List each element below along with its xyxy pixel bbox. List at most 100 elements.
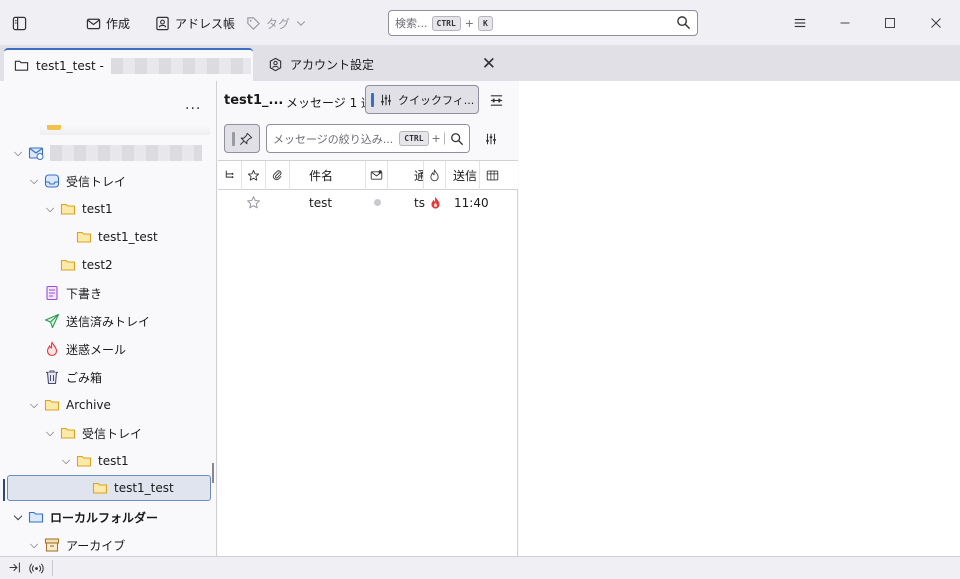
message-row[interactable]: test ts 11:40 [218, 191, 518, 215]
folder-row-test2[interactable]: test2 [0, 252, 216, 278]
close-icon [931, 18, 941, 28]
folder-row-trash[interactable]: ごみ箱 [0, 364, 216, 390]
folder-icon [14, 60, 29, 71]
star-icon[interactable] [246, 195, 261, 213]
message-subject: test [309, 196, 333, 210]
read-status-dot-icon[interactable] [374, 199, 381, 206]
folder-icon [76, 229, 92, 245]
online-status-button[interactable] [29, 561, 44, 579]
tag-button[interactable]: タグ [246, 12, 307, 34]
status-divider [52, 560, 53, 576]
folder-row-archive[interactable]: ⌵ Archive [0, 392, 216, 418]
message-preview-pane [519, 81, 960, 556]
folder-label: ローカルフォルダー [50, 510, 159, 525]
addressbook-button[interactable]: アドレス帳 [155, 12, 235, 34]
folder-label: test1_test [114, 481, 174, 495]
kbd-ctrl: CTRL [431, 15, 461, 31]
quick-filter-label: クイックフィ... [398, 93, 475, 107]
column-thread[interactable] [218, 161, 242, 190]
folder-pane-more-button[interactable]: ... [185, 97, 201, 113]
folder-icon [92, 480, 108, 496]
folder-row-archive-inbox[interactable]: ⌵ 受信トレイ [0, 420, 216, 446]
quick-filter-button[interactable]: クイックフィ... [365, 85, 479, 114]
folder-title: test1_... [224, 93, 284, 108]
folder-row-sent[interactable]: 送信済みトレイ [0, 308, 216, 334]
folder-row-inbox[interactable]: ⌵ 受信トレイ [0, 168, 216, 194]
maximize-button[interactable] [879, 12, 901, 34]
trash-icon [44, 369, 60, 385]
folder-pane-scrollbar[interactable] [212, 463, 214, 483]
title-bar: 作成 アドレス帳 タグ 検索... CTRL + K [0, 0, 960, 45]
column-junk-status[interactable] [424, 161, 446, 190]
folder-label: 送信済みトレイ [66, 314, 151, 329]
kbd-plus: + [464, 16, 474, 30]
folder-label: Archive [66, 398, 111, 412]
chevron-down-icon: ⌵ [13, 146, 23, 159]
folder-row-drafts[interactable]: 下書き [0, 280, 216, 306]
folder-label: ごみ箱 [66, 370, 103, 385]
chevron-down-icon: ⌵ [29, 398, 39, 411]
filter-options-button[interactable] [481, 129, 501, 149]
junk-status-icon [430, 169, 439, 182]
column-date-label: 送信 [453, 169, 478, 183]
compose-button[interactable]: 作成 [86, 12, 130, 34]
folder-label: test1_test [98, 230, 158, 244]
column-picker-icon [486, 170, 498, 181]
chevron-down-icon [296, 21, 306, 27]
tab-mail[interactable]: test1_test - [4, 48, 253, 81]
toggle-spaces-button[interactable] [8, 561, 21, 577]
global-search-input[interactable]: 検索... CTRL + K [388, 10, 698, 36]
folder-pane-toggle-button[interactable] [12, 12, 27, 34]
column-starred[interactable] [242, 161, 266, 190]
folder-icon [44, 397, 60, 413]
folder-row-junk[interactable]: 迷惑メール [0, 336, 216, 362]
tab-account-settings[interactable]: アカウント設定 ✕ [258, 48, 506, 81]
app-menu-button[interactable] [789, 12, 811, 34]
paperclip-icon [272, 170, 282, 181]
filter-sliders-icon [381, 94, 391, 105]
archive-icon [44, 537, 60, 553]
toggle-indicator [231, 131, 235, 146]
star-icon [247, 170, 260, 181]
toggle-indicator [371, 92, 374, 107]
column-subject-label: 件名 [309, 169, 334, 183]
message-date: 11:40 [454, 196, 489, 210]
folder-row-test1[interactable]: ⌵ test1 [0, 196, 216, 222]
chevron-down-icon: ⌵ [29, 538, 39, 551]
minimize-button[interactable] [834, 12, 856, 34]
tab-label: test1_test - [36, 58, 104, 73]
inbox-icon [44, 173, 60, 189]
status-bar [0, 556, 960, 579]
minimize-icon [840, 22, 850, 24]
junk-flame-icon[interactable] [429, 195, 442, 213]
hamburger-icon [794, 18, 806, 28]
folder-label: 下書き [66, 286, 103, 301]
kbd-ctrl: CTRL [399, 131, 429, 146]
compose-label: 作成 [106, 16, 131, 31]
redacted-text [110, 57, 251, 74]
addressbook-icon [156, 16, 169, 30]
folder-icon [76, 453, 92, 469]
folder-row-account[interactable]: ⌵ [0, 140, 216, 166]
folder-label: 迷惑メール [66, 342, 127, 357]
column-date[interactable]: 送信 [446, 161, 480, 190]
folder-row-archive-test1-test[interactable]: test1_test [7, 475, 211, 501]
folder-row-archive-test1[interactable]: ⌵ test1 [0, 448, 216, 474]
tab-close-button[interactable]: ✕ [482, 56, 496, 73]
folder-row-local-archive[interactable]: ⌵ アーカイブ [0, 532, 216, 556]
sticky-filter-button[interactable] [224, 124, 260, 153]
drafts-icon [44, 285, 60, 301]
tag-label: タグ [266, 16, 291, 31]
message-filter-input[interactable]: メッセージの絞り込み... CTRL + S [266, 124, 470, 153]
display-options-button[interactable] [486, 90, 506, 110]
column-picker-button[interactable] [480, 161, 504, 190]
column-attachment[interactable] [266, 161, 290, 190]
collapse-arrow-icon [9, 562, 20, 573]
close-window-button[interactable] [925, 12, 947, 34]
folder-row-local-folders[interactable]: ⌵ ローカルフォルダー [0, 504, 216, 530]
column-correspondent[interactable]: 通 [388, 161, 424, 190]
folder-row-test1-test[interactable]: test1_test [0, 224, 216, 250]
selection-indicator [3, 479, 5, 501]
column-subject[interactable]: 件名 [290, 161, 366, 190]
column-unread[interactable] [366, 161, 388, 190]
